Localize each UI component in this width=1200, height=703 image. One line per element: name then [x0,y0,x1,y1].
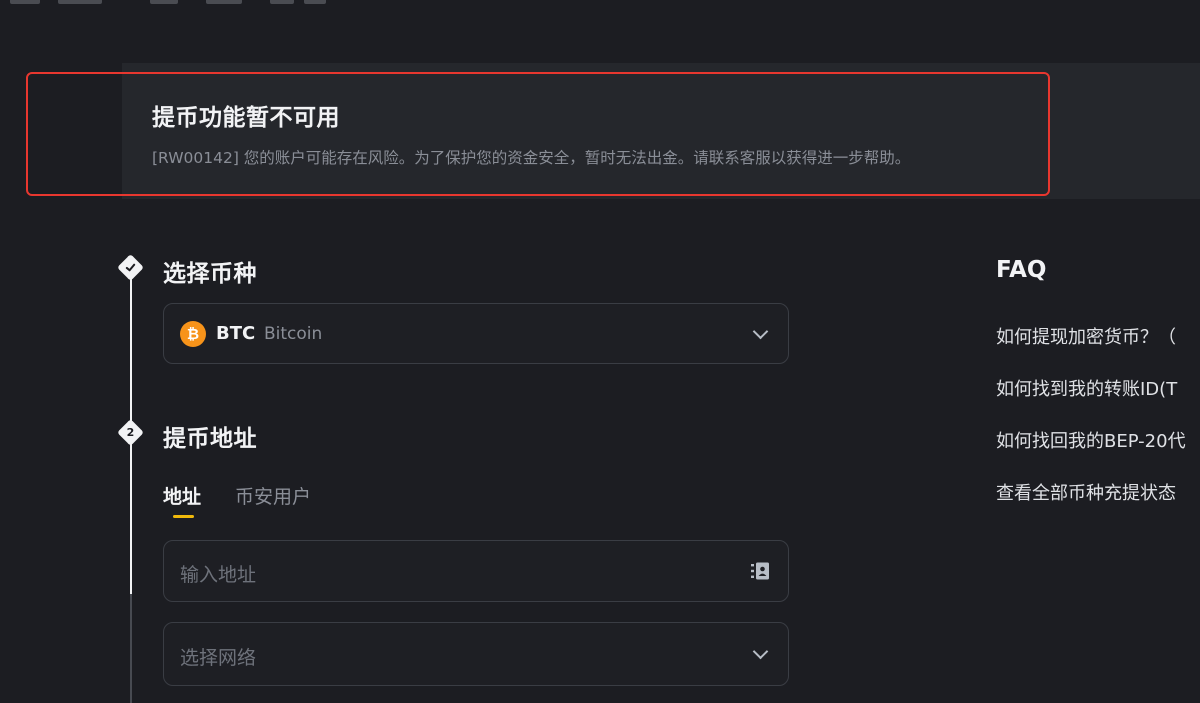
faq-item-view-all[interactable]: 查看全部币种充提状态 [996,479,1176,505]
network-placeholder: 选择网络 [180,647,257,669]
faq-item[interactable]: 如何找到我的转账ID(T [996,375,1177,401]
step-1-marker [117,254,144,281]
step-2-marker: 2 [117,419,144,446]
network-select[interactable]: 选择网络 [163,622,789,686]
bitcoin-icon: ₿ [180,321,206,347]
chevron-down-icon [752,643,769,660]
coin-symbol: BTC [216,323,256,344]
withdraw-page: 提币功能暂不可用 [RW00142] 您的账户可能存在风险。为了保护您的资金安全… [0,0,1200,703]
step-2-title: 提币地址 [163,426,257,452]
step-timeline-pending [130,594,132,703]
address-input[interactable]: 输入地址 [163,540,789,602]
tab-binance-user[interactable]: 币安用户 [235,482,311,509]
step-1-title: 选择币种 [163,261,257,287]
cropped-header [0,0,400,6]
coin-name: Bitcoin [264,324,323,344]
alert-title: 提币功能暂不可用 [152,105,340,131]
chevron-down-icon [752,323,769,340]
alert-message: [RW00142] 您的账户可能存在风险。为了保护您的资金安全，暂时无法出金。请… [152,149,911,167]
address-book-icon[interactable] [750,561,770,581]
faq-item[interactable]: 如何找回我的BEP-20代 [996,427,1186,453]
address-placeholder: 输入地址 [180,564,257,586]
check-icon [121,258,140,277]
active-tab-indicator [173,515,194,518]
alert-highlight-outline [26,72,1050,196]
step-2-number: 2 [126,426,135,439]
coin-select[interactable]: ₿ BTC Bitcoin [163,303,789,364]
tab-address[interactable]: 地址 [163,482,201,509]
faq-title: FAQ [996,257,1047,283]
faq-item[interactable]: 如何提现加密货币？（ [996,323,1176,349]
